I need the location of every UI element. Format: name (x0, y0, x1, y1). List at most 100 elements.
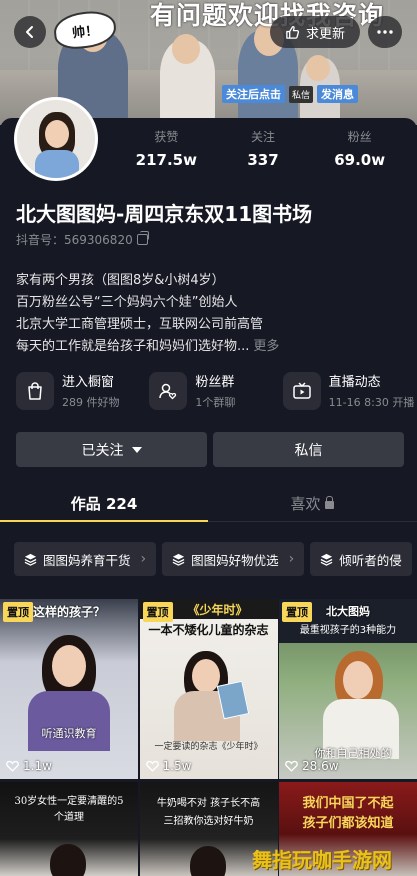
tab-label: 作品 224 (70, 495, 138, 513)
profile-bio: 家有两个男孩（图图8岁&小树4岁） 百万粉丝公号“三个妈妈六个娃”创始人 北京大… (16, 270, 279, 358)
video-caption: 一定要读的杂志《少年时》 (154, 742, 263, 752)
stack-icon (24, 553, 37, 566)
stat-followers[interactable]: 粉丝 69.0w (311, 128, 408, 169)
video-likes: 1.5w (145, 759, 192, 773)
heart-icon (145, 760, 159, 772)
video-title: 牛奶喝不对 孩子长不高 (156, 798, 261, 809)
message-label: 私信 (294, 442, 323, 459)
avatar[interactable] (14, 97, 98, 181)
lock-icon (324, 495, 334, 509)
feature-subtitle: 289 件好物 (62, 396, 120, 409)
site-watermark: 舞指玩咖手游网 (252, 848, 392, 872)
stats-row: 获赞 217.5w 关注 337 粉丝 69.0w (118, 128, 408, 169)
profile-name: 北大图图妈-周四京东双11图书场 (16, 202, 313, 226)
shopping-bag-icon (16, 371, 54, 410)
likes-count: 1.1w (23, 759, 52, 773)
stat-value: 217.5w (135, 151, 197, 169)
video-tile[interactable]: 这样的孩子？ 置顶 听通识教育 1.1w (0, 599, 138, 779)
action-buttons: 已关注 私信 (16, 432, 404, 467)
bio-line: 百万粉丝公号“三个妈妈六个娃”创始人 (16, 295, 238, 310)
content-tabs: 作品 224 喜欢 (0, 486, 417, 522)
feature-title: 直播动态 (328, 375, 381, 390)
chevron-left-icon (26, 26, 33, 38)
tab-likes[interactable]: 喜欢 (208, 486, 416, 521)
collection-chip[interactable]: 倾听者的侵 (310, 542, 412, 576)
tab-works[interactable]: 作品 224 (0, 486, 208, 522)
pinned-badge: 置顶 (282, 602, 312, 622)
chevron-right-icon: › (140, 551, 147, 567)
bio-more-link[interactable]: 更多 (253, 339, 279, 354)
video-likes: 28.6w (285, 759, 339, 773)
bio-line: 每天的工作就是给孩子和妈妈们选好物... (16, 339, 250, 354)
stat-following[interactable]: 关注 337 (215, 128, 312, 169)
back-button[interactable] (14, 16, 46, 48)
video-banner: 《少年时》 (187, 603, 248, 617)
caret-down-icon (131, 446, 142, 453)
more-button[interactable] (368, 16, 402, 48)
stat-label: 粉丝 (347, 130, 372, 144)
video-title: 30岁女性一定要清醒的5个道理 (14, 796, 124, 823)
bio-line: 家有两个男孩（图图8岁&小树4岁） (16, 273, 225, 288)
feature-subtitle: 11-16 8:30 开播 (328, 396, 415, 409)
heart-icon (285, 760, 298, 772)
stat-value: 337 (247, 151, 279, 169)
fans-group-icon (149, 371, 188, 410)
douyin-id[interactable]: 抖音号：569306820 (16, 231, 149, 248)
likes-count: 1.5w (162, 759, 192, 773)
tab-label: 喜欢 (290, 495, 321, 513)
chevron-right-icon: › (288, 551, 295, 567)
douyin-id-text: 抖音号：569306820 (16, 233, 133, 247)
video-tile[interactable]: 一本不矮化儿童的杂志 《少年时》 置顶 一定要读的杂志《少年时》 1.5w (139, 599, 278, 779)
collection-label: 图图妈好物优选 (191, 552, 279, 568)
stat-label: 获赞 (154, 130, 179, 144)
collection-label: 图图妈养育干货 (43, 552, 131, 568)
collection-chip[interactable]: 图图妈养育干货 › (14, 542, 157, 576)
collection-chip[interactable]: 图图妈好物优选 › (162, 542, 305, 576)
cover-cta-left: 关注后点击 (222, 85, 285, 103)
cover-cta-tag: 私信 (289, 85, 314, 103)
video-grid: 这样的孩子？ 置顶 听通识教育 1.1w 一本不矮化儿童的杂志 《少年时》 置顶… (0, 599, 417, 876)
stack-icon (172, 553, 185, 566)
heart-icon (6, 760, 19, 772)
video-caption: 听通识教育 (41, 727, 97, 740)
request-update-label: 求更新 (305, 26, 345, 42)
stat-label: 关注 (251, 130, 276, 144)
feature-row: 进入橱窗 289 件好物 粉丝群 1个群聊 直播动态 11-16 8:30 开播 (16, 371, 416, 410)
pinned-badge: 置顶 (3, 602, 33, 622)
more-dots-icon (377, 30, 393, 34)
followed-button[interactable]: 已关注 (16, 432, 207, 467)
feature-title: 粉丝群 (195, 375, 235, 390)
video-title: 我们中国了不起 (302, 796, 394, 811)
pinned-badge: 置顶 (142, 602, 173, 622)
stat-value: 69.0w (334, 151, 386, 169)
video-subtitle: 孩子们都该知道 (302, 816, 394, 831)
video-subtitle: 三招教你选对好牛奶 (163, 816, 254, 827)
message-button[interactable]: 私信 (213, 432, 404, 467)
cover-cta: 关注后点击 私信 发消息 (222, 84, 359, 104)
stack-icon (320, 553, 333, 566)
feature-live[interactable]: 直播动态 11-16 8:30 开播 (282, 371, 416, 410)
thumbs-up-icon (286, 25, 300, 39)
cover-person-head (306, 55, 330, 81)
video-tile[interactable]: 30岁女性一定要清醒的5个道理 (0, 782, 138, 876)
collections-row: 图图妈养育干货 › 图图妈好物优选 › 倾听者的侵 (14, 542, 417, 576)
likes-count: 28.6w (302, 759, 339, 773)
cover-cta-right: 发消息 (317, 85, 359, 103)
feature-title: 进入橱窗 (62, 375, 115, 390)
cover-person-head (172, 34, 200, 64)
bio-line: 北京大学工商管理硕士，互联网公司前高管 (16, 317, 264, 332)
followed-label: 已关注 (81, 442, 124, 459)
request-update-button[interactable]: 求更新 (270, 16, 360, 48)
stat-likes[interactable]: 获赞 217.5w (118, 128, 215, 169)
collection-label: 倾听者的侵 (339, 552, 402, 568)
bio-line-last: 每天的工作就是给孩子和妈妈们选好物... 更多 (16, 336, 279, 358)
video-likes: 1.1w (6, 759, 52, 773)
video-title: 一本不矮化儿童的杂志 (148, 623, 269, 637)
feature-fans-group[interactable]: 粉丝群 1个群聊 (149, 371, 282, 410)
video-tile[interactable]: 北大图妈 最重视孩子的3种能力 置顶 你和自己相处的 28.6w (279, 599, 417, 779)
live-tv-icon (282, 371, 321, 410)
feature-subtitle: 1个群聊 (195, 396, 236, 409)
video-subtitle: 最重视孩子的3种能力 (299, 625, 397, 636)
feature-shop-window[interactable]: 进入橱窗 289 件好物 (16, 371, 149, 410)
copy-icon[interactable] (136, 231, 149, 245)
